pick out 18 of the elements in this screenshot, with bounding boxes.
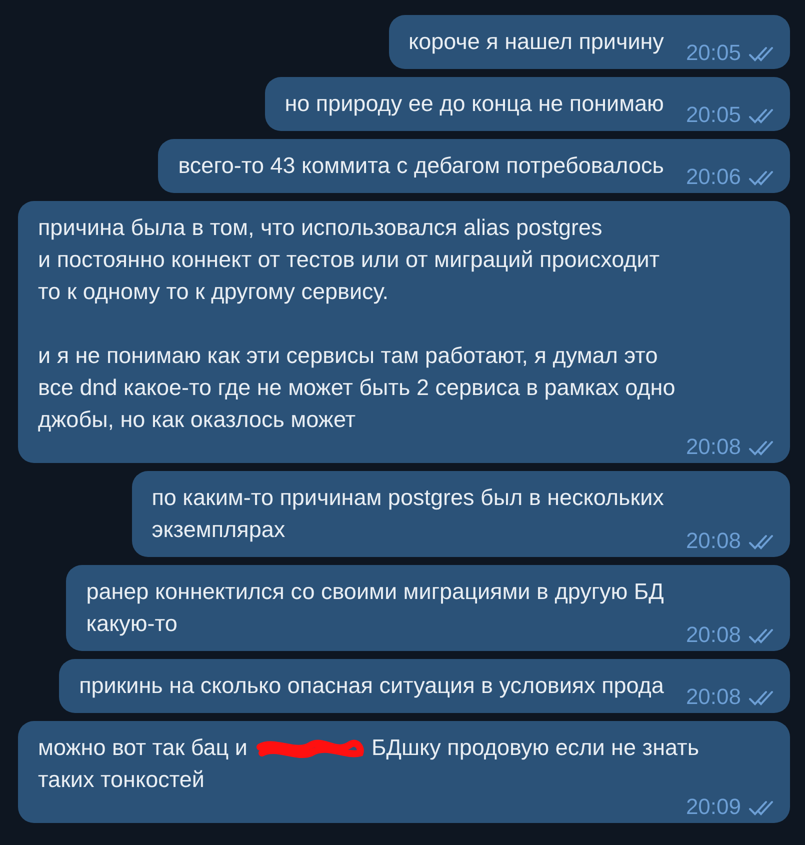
message-time: 20:09: [686, 796, 741, 818]
message-text: но природу ее до конца не понимаю: [284, 90, 664, 118]
message-time: 20:06: [686, 166, 741, 188]
message-text: ранер коннектился со своими миграциями в другую БД какую-то: [86, 578, 664, 638]
message-time: 20:05: [686, 42, 741, 64]
message-time: 20:08: [686, 436, 741, 458]
message-text: всего-то 43 коммита с дебагом потребовалось: [178, 152, 664, 180]
message-text: причина была в том, что использовался alias postgres и постоянно коннект от тестов или от миграций происходит то к одному то к другому сервису. и я не понимаю как эти сервисы там работают, я думал это все dnd какое-то где не может быть 2 сервиса в рамках одно джобы, но как оказлось может: [38, 214, 676, 434]
message-time: 20:08: [686, 686, 741, 708]
message-text: короче я нашел причину: [408, 28, 664, 56]
message-time: 20:08: [686, 624, 741, 646]
message-text: можно вот так бац и: [38, 734, 248, 762]
message-time: 20:08: [686, 530, 741, 552]
message-text: по каким-то причинам postgres был в нескольких экземплярах: [152, 484, 664, 544]
message-time: 20:05: [686, 104, 741, 126]
message-text: БДшку продовую если не знать: [372, 734, 700, 762]
message-text: таких тонкостей: [38, 766, 204, 794]
message-text: прикинь на сколько опасная ситуация в условиях прода: [79, 672, 664, 700]
